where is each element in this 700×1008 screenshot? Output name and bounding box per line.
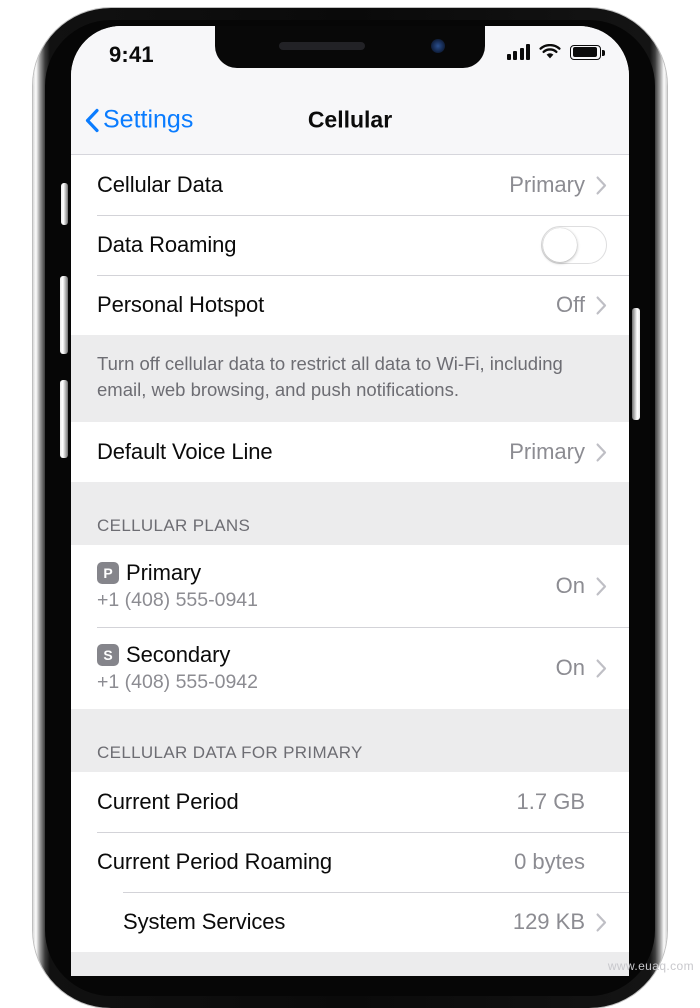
chevron-right-icon <box>596 577 607 596</box>
plan-name: Primary <box>126 560 202 586</box>
page-title: Cellular <box>307 106 393 133</box>
row-value: Off <box>556 292 585 317</box>
data-roaming-toggle[interactable] <box>541 226 607 264</box>
row-label: System Services <box>123 909 286 935</box>
toggle-knob <box>543 228 577 262</box>
section-header-cellular-data-for-primary: CELLULAR DATA FOR PRIMARY <box>71 709 629 773</box>
plan-phone-number: +1 (408) 555-0942 <box>97 671 258 694</box>
plan-status: On <box>556 655 607 681</box>
plan-badge-icon: P <box>97 562 119 585</box>
row-data-roaming[interactable]: Data Roaming <box>71 215 629 275</box>
group-default-voice-line: Default Voice Line Primary <box>71 422 629 483</box>
navigation-bar: Settings Cellular <box>71 86 629 155</box>
row-label: Default Voice Line <box>97 439 273 465</box>
row-current-period[interactable]: Current Period 1.7 GB <box>71 772 629 833</box>
wifi-icon <box>539 44 561 59</box>
plan-status: On <box>556 573 607 599</box>
row-personal-hotspot[interactable]: Personal Hotspot Off <box>71 275 629 335</box>
chevron-right-icon <box>596 443 607 462</box>
phone-screen: 9:41 Settings Cellular Cellular Data Pri… <box>71 26 629 976</box>
row-current-period-roaming[interactable]: Current Period Roaming 0 bytes <box>71 832 629 893</box>
volume-down-button[interactable] <box>60 380 68 458</box>
plan-text: P Primary +1 (408) 555-0941 <box>97 557 556 615</box>
mute-switch-button[interactable] <box>61 183 68 225</box>
front-camera <box>431 39 445 53</box>
row-value: Primary <box>509 172 585 197</box>
volume-up-button[interactable] <box>60 276 68 354</box>
chevron-right-icon <box>596 913 607 932</box>
plan-text: S Secondary +1 (408) 555-0942 <box>97 639 556 697</box>
battery-icon <box>570 44 605 60</box>
settings-list[interactable]: Cellular Data Primary Data Roaming Perso… <box>71 155 629 976</box>
row-value: 1.7 GB <box>516 789 585 815</box>
row-label: Data Roaming <box>97 232 237 257</box>
plan-title-line: S Secondary <box>97 642 556 668</box>
row-label: Cellular Data <box>97 172 223 197</box>
cellular-signal-icon <box>506 44 530 60</box>
row-value: On <box>555 573 585 599</box>
section-header-cellular-plans: CELLULAR PLANS <box>71 482 629 546</box>
site-watermark: www.euaq.com <box>607 959 694 973</box>
side-power-button[interactable] <box>632 308 640 420</box>
row-label: Personal Hotspot <box>97 292 265 317</box>
plan-title-line: P Primary <box>97 560 556 586</box>
display-notch <box>215 26 485 68</box>
chevron-right-icon <box>596 296 607 314</box>
plan-name: Secondary <box>126 642 231 668</box>
row-default-voice-line[interactable]: Default Voice Line Primary <box>71 422 629 483</box>
row-value: 129 KB <box>512 909 585 935</box>
plan-phone-number: +1 (408) 555-0941 <box>97 589 258 612</box>
row-system-services[interactable]: System Services 129 KB <box>71 892 629 953</box>
cellular-data-footer-note: Turn off cellular data to restrict all d… <box>71 335 629 423</box>
status-bar-indicators <box>506 44 605 60</box>
row-value: On <box>555 655 585 681</box>
plan-badge-icon: S <box>97 644 119 667</box>
row-label: Current Period Roaming <box>97 849 333 875</box>
row-value: Primary <box>509 439 585 465</box>
earpiece-speaker <box>279 42 365 50</box>
screenshot-stage: 9:41 Settings Cellular Cellular Data Pri… <box>0 0 700 1008</box>
group-cellular-data: Cellular Data Primary Data Roaming Perso… <box>71 155 629 335</box>
group-cellular-plans: P Primary +1 (408) 555-0941 On S Seconda… <box>71 545 629 710</box>
status-bar-time: 9:41 <box>109 42 154 67</box>
row-value: 0 bytes <box>514 849 585 875</box>
group-cellular-data-usage: Current Period 1.7 GB Current Period Roa… <box>71 772 629 953</box>
chevron-right-icon <box>596 176 607 194</box>
row-cellular-data[interactable]: Cellular Data Primary <box>71 155 629 215</box>
chevron-right-icon <box>596 659 607 678</box>
row-plan-primary[interactable]: P Primary +1 (408) 555-0941 On <box>71 545 629 628</box>
row-label: Current Period <box>97 789 239 815</box>
row-plan-secondary[interactable]: S Secondary +1 (408) 555-0942 On <box>71 627 629 710</box>
